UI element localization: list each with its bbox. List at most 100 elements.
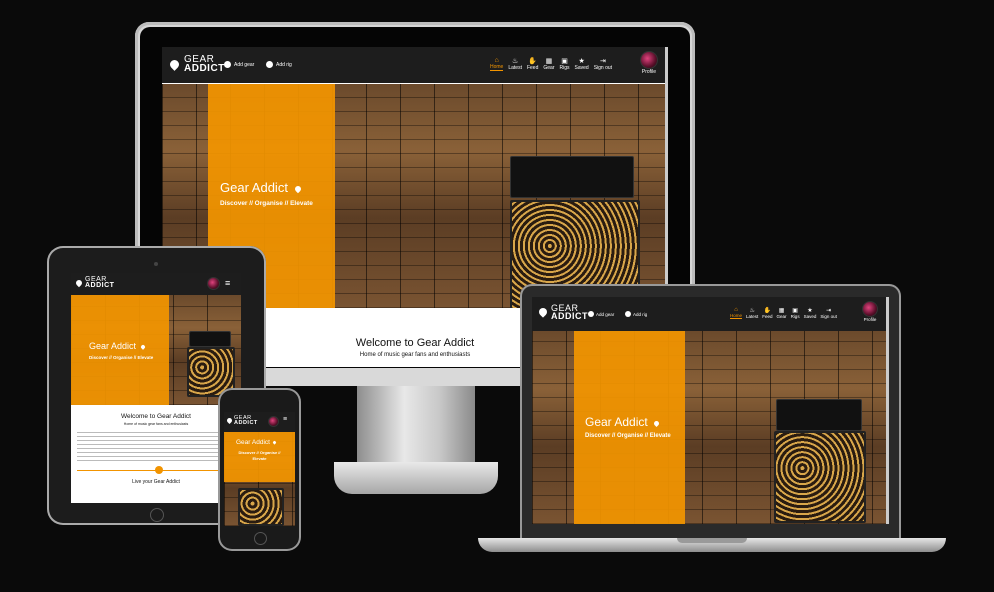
menu-item-gear[interactable]: ▦ Gear — [777, 308, 787, 319]
menu-item-feed[interactable]: ✋ Feed — [527, 58, 538, 71]
section-divider — [77, 466, 235, 474]
tablet-home-button — [150, 508, 164, 522]
plus-circle-icon — [588, 311, 594, 317]
phone-navbar: GEAR ADDICT ≡ — [224, 412, 295, 432]
avatar[interactable] — [268, 416, 279, 427]
menu-label: Home — [490, 64, 504, 70]
hero-tagline: Discover // Organise // Elevate — [238, 450, 281, 461]
section-heading: Live your Gear Addict — [132, 479, 180, 485]
hero-banner: Gear Addict Discover // Organise // Elev… — [532, 331, 889, 524]
hero-banner: Gear Addict Discover // Organise // Elev… — [224, 432, 295, 526]
hero-title-text: Gear Addict — [585, 415, 648, 429]
laptop-screen: GEAR ADDICT Add gear Add rig ⌂ Home ♨ La… — [532, 297, 889, 524]
scrollbar[interactable] — [886, 297, 889, 524]
amp-head-image — [510, 156, 634, 198]
desktop-monitor-stand — [357, 386, 475, 468]
drop-divider-icon — [155, 466, 163, 474]
drop-logo-icon — [168, 57, 181, 71]
add-gear-label: Add gear — [596, 311, 615, 317]
menu-item-gear[interactable]: ▦ Gear — [543, 58, 554, 71]
avatar — [640, 51, 658, 69]
profile-link[interactable]: Profile — [640, 51, 658, 75]
laptop-navbar: GEAR ADDICT Add gear Add rig ⌂ Home ♨ La… — [532, 297, 889, 331]
avatar — [862, 301, 878, 317]
menu-label: Rigs — [559, 65, 570, 71]
site-logo[interactable]: GEAR ADDICT — [225, 415, 258, 426]
menu-item-home[interactable]: ⌂ Home — [730, 307, 743, 319]
logo-bottom-text: ADDICT — [234, 419, 258, 426]
site-logo[interactable]: GEAR ADDICT — [168, 55, 225, 74]
amp-cabinet-image — [238, 488, 284, 526]
menu-item-saved[interactable]: ★ Saved — [804, 308, 817, 319]
menu-label: Feed — [526, 65, 539, 71]
welcome-title: Welcome to Gear Addict — [121, 413, 191, 420]
menu-item-rigs[interactable]: ▣ Rigs — [560, 58, 570, 71]
logo-bottom-text: ADDICT — [184, 63, 225, 74]
add-gear-label: Add gear — [234, 61, 255, 68]
menu-label: Sign out — [593, 65, 613, 71]
desktop-navbar: GEAR ADDICT Add gear Add rig ⌂ Home ♨ La… — [162, 47, 668, 83]
plus-circle-icon — [266, 61, 273, 68]
phone-home-button — [254, 532, 267, 545]
menu-label: Saved — [574, 65, 589, 71]
menu-item-latest[interactable]: ♨ Latest — [508, 58, 522, 71]
rigs-icon: ▣ — [561, 58, 568, 65]
home-icon: ⌂ — [494, 57, 499, 64]
add-rig-label: Add rig — [633, 311, 648, 317]
menu-item-latest[interactable]: ♨ Latest — [746, 308, 758, 319]
add-gear-link[interactable]: Add gear — [224, 61, 254, 68]
hamburger-menu-icon[interactable]: ≡ — [225, 278, 230, 288]
hero-banner: Gear Addict Discover // Organise // Elev… — [71, 295, 241, 405]
plus-circle-icon — [224, 61, 231, 68]
drop-icon — [653, 419, 661, 428]
hero-title: Gear Addict — [585, 415, 661, 429]
hamburger-menu-icon[interactable]: ≡ — [283, 416, 287, 423]
amp-head-image — [189, 331, 231, 347]
hero-title: Gear Addict — [220, 180, 302, 195]
avatar[interactable] — [207, 277, 220, 290]
plus-circle-icon — [625, 311, 631, 317]
hero-tagline: Discover // Organise // Elevate — [89, 355, 154, 360]
welcome-subtitle: Home of music gear fans and enthusiasts — [123, 422, 189, 426]
menu-label: Latest — [746, 314, 759, 319]
menu-item-sign-out[interactable]: ⇥ Sign out — [594, 58, 612, 71]
desktop-monitor-base — [334, 462, 498, 494]
hero-tagline: Discover // Organise // Elevate — [585, 433, 671, 439]
site-logo[interactable]: GEAR ADDICT — [74, 276, 115, 290]
add-rig-link[interactable]: Add rig — [266, 61, 292, 68]
profile-label: Profile — [863, 317, 877, 322]
profile-label: Profile — [641, 69, 657, 75]
menu-item-feed[interactable]: ✋ Feed — [762, 308, 772, 319]
hero-orange-panel: Gear Addict Discover // Organise // Elev… — [71, 295, 169, 405]
menu-label: Gear — [543, 65, 555, 71]
main-menu: ⌂ Home ♨ Latest ✋ Feed ▦ Gear ▣ Rigs ★ S… — [490, 57, 612, 71]
drop-logo-icon — [537, 306, 549, 318]
laptop-notch — [677, 538, 747, 543]
main-menu: ⌂ Home ♨ Latest ✋ Feed ▦ Gear ▣ Rigs ★ S… — [730, 307, 837, 319]
logo-bottom-text: ADDICT — [85, 282, 115, 290]
intro-paragraph — [77, 432, 235, 464]
menu-label: Sign out — [820, 314, 837, 319]
feed-icon: ✋ — [528, 58, 538, 65]
drop-logo-icon — [74, 279, 84, 288]
menu-label: Home — [730, 313, 743, 318]
site-logo[interactable]: GEAR ADDICT — [537, 303, 588, 322]
drop-icon — [139, 344, 146, 350]
profile-link[interactable]: Profile — [862, 301, 878, 322]
menu-item-saved[interactable]: ★ Saved — [575, 58, 589, 71]
amp-head-image — [776, 399, 862, 431]
hero-tagline: Discover // Organise // Elevate — [220, 200, 313, 207]
tablet-screen: GEAR ADDICT ≡ Gear Addict Discover // Or… — [71, 273, 241, 503]
amp-cabinet-image — [774, 431, 866, 523]
hero-title-text: Gear Addict — [220, 180, 288, 195]
menu-item-sign-out[interactable]: ⇥ Sign out — [820, 308, 837, 319]
sign-out-icon: ⇥ — [599, 58, 606, 65]
menu-item-rigs[interactable]: ▣ Rigs — [791, 308, 800, 319]
menu-item-home[interactable]: ⌂ Home — [490, 57, 504, 71]
add-rig-link[interactable]: Add rig — [625, 311, 647, 317]
hero-orange-panel: Gear Addict Discover // Organise // Elev… — [574, 331, 685, 524]
logo-bottom-text: ADDICT — [551, 311, 588, 322]
add-rig-label: Add rig — [276, 61, 292, 68]
add-gear-link[interactable]: Add gear — [588, 311, 614, 317]
hero-title-text: Gear Addict — [89, 341, 137, 351]
